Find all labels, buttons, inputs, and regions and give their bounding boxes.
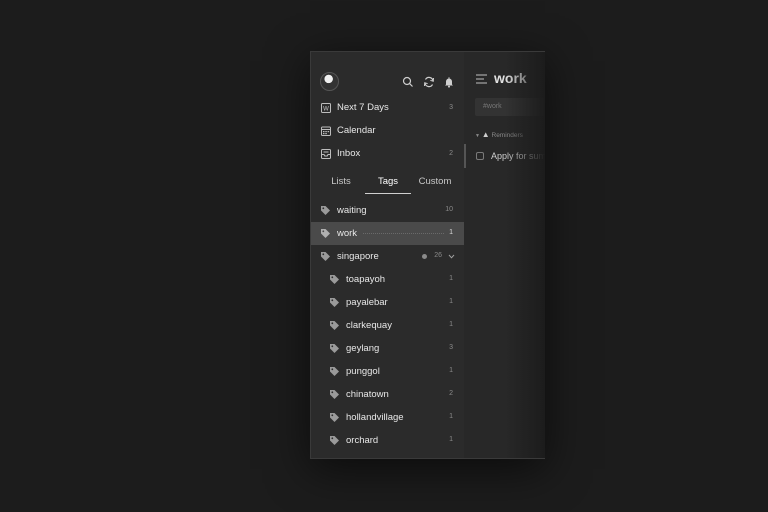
avatar[interactable] [320, 72, 339, 91]
tag-count: 1 [449, 321, 453, 328]
bell-icon[interactable] [443, 76, 455, 88]
section-label: Reminders [491, 132, 523, 139]
subtag-item[interactable]: payalebar 1 [311, 291, 464, 314]
nav-calendar[interactable]: Calendar [311, 119, 464, 142]
tag-icon [330, 321, 339, 330]
sync-icon[interactable] [423, 76, 435, 88]
tag-icon [330, 275, 339, 284]
inbox-icon [321, 148, 331, 159]
tag-label: hollandvillage [346, 412, 404, 423]
sidebar: W Next 7 Days 3 Calendar Inbox 2 Lists T… [311, 52, 465, 458]
task-title: Apply for sum [491, 151, 545, 161]
tab-custom[interactable]: Custom [413, 172, 457, 194]
tag-count: 10 [445, 206, 453, 213]
calendar-week-icon: W [321, 102, 331, 113]
page-title: work [494, 70, 527, 86]
tag-label: punggol [346, 366, 380, 377]
section-header[interactable]: ▼ ▲ Reminders [475, 130, 523, 139]
tag-count: 1 [449, 413, 453, 420]
nav-count: 3 [449, 104, 453, 111]
subtag-item[interactable]: geylang 3 [311, 337, 464, 360]
tag-icon [330, 413, 339, 422]
sidebar-tabs: Lists Tags Custom [319, 172, 457, 194]
task-accent [464, 144, 466, 168]
caret-down-icon: ▼ [475, 133, 480, 139]
drag-guide [363, 233, 444, 235]
tag-label: work [337, 228, 358, 239]
tag-icon [330, 436, 339, 445]
tag-label: geylang [346, 343, 380, 354]
tag-label: orchard [346, 435, 379, 446]
tag-item-waiting[interactable]: waiting 10 [311, 199, 464, 222]
nav-inbox[interactable]: Inbox 2 [311, 142, 464, 165]
svg-text:W: W [323, 105, 329, 112]
tag-count: 3 [449, 344, 453, 351]
add-task-input[interactable]: #work [475, 98, 545, 116]
warning-icon: ▲ [481, 130, 490, 139]
nav-label: Inbox [337, 148, 361, 159]
subtag-item[interactable]: orchard 1 [311, 429, 464, 452]
tag-label: chinatown [346, 389, 389, 400]
tag-label: payalebar [346, 297, 388, 308]
tag-label: clarkequay [346, 320, 392, 331]
tag-color-dot [422, 254, 427, 259]
tag-icon [321, 229, 330, 238]
tag-label: toapayoh [346, 274, 386, 285]
nav-label: Calendar [337, 125, 376, 136]
nav-label: Next 7 Days [337, 102, 389, 113]
main-panel: work #work ▼ ▲ Reminders Apply for sum [464, 52, 545, 458]
tag-count: 1 [449, 367, 453, 374]
tag-icon [330, 390, 339, 399]
tag-count: 1 [449, 229, 453, 236]
tag-count: 1 [449, 436, 453, 443]
app-window: W Next 7 Days 3 Calendar Inbox 2 Lists T… [310, 51, 545, 459]
subtag-item[interactable]: chinatown 2 [311, 383, 464, 406]
tag-item-singapore[interactable]: singapore 26 [311, 245, 464, 268]
tab-tags[interactable]: Tags [365, 172, 411, 194]
chevron-down-icon[interactable] [448, 253, 455, 260]
tag-label: waiting [337, 205, 367, 216]
tag-count: 1 [449, 298, 453, 305]
task-item[interactable]: Apply for sum [464, 144, 545, 168]
subtag-item[interactable]: punggol 1 [311, 360, 464, 383]
tag-label: singapore [337, 251, 379, 262]
tag-icon [330, 298, 339, 307]
tag-icon [321, 252, 330, 261]
calendar-icon [321, 126, 331, 136]
tag-icon [330, 344, 339, 353]
tag-icon [321, 206, 330, 215]
subtag-item[interactable]: clarkequay 1 [311, 314, 464, 337]
tag-icon [330, 367, 339, 376]
task-checkbox[interactable] [476, 152, 484, 160]
tag-count: 26 [434, 252, 442, 259]
tag-count: 2 [449, 390, 453, 397]
nav-next-7-days[interactable]: W Next 7 Days 3 [311, 96, 464, 119]
search-icon[interactable] [402, 76, 414, 88]
tab-lists[interactable]: Lists [319, 172, 363, 194]
tag-item-work[interactable]: work 1 [311, 222, 464, 245]
subtag-item[interactable]: toapayoh 1 [311, 268, 464, 291]
tag-count: 1 [449, 275, 453, 282]
menu-icon[interactable] [476, 74, 488, 84]
subtag-item[interactable]: hollandvillage 1 [311, 406, 464, 429]
nav-count: 2 [449, 150, 453, 157]
